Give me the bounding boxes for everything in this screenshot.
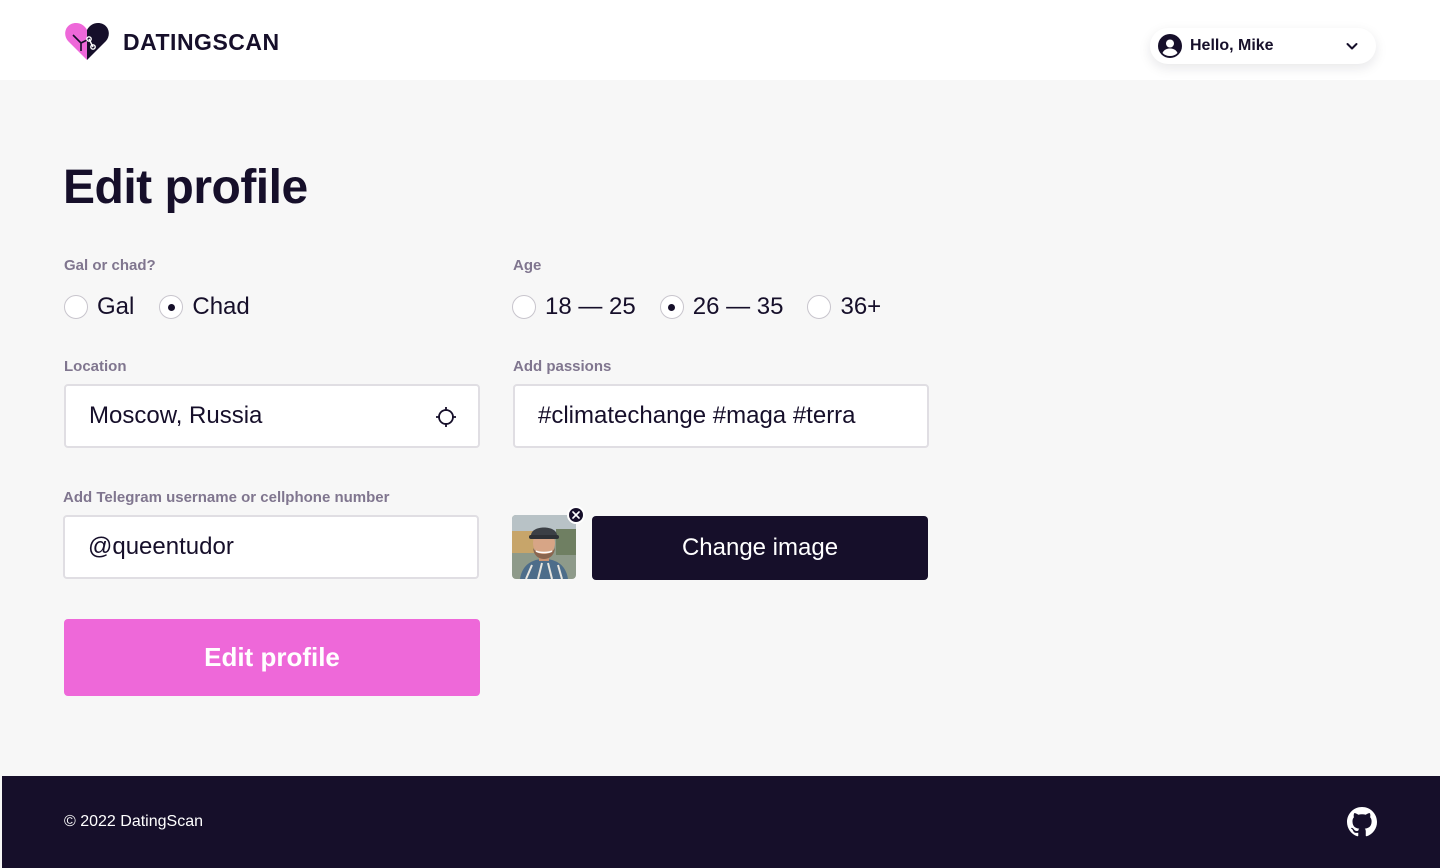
gender-option-chad[interactable]: Chad [159,293,250,321]
radio-label: Chad [192,293,250,320]
gender-radio-group: Gal Chad [64,293,278,321]
radio-selected-dot [167,303,175,311]
location-field[interactable] [64,384,480,448]
user-avatar-icon [1158,34,1182,58]
location-label: Location [64,358,127,375]
age-radio-group: 18 — 25 26 — 35 36+ [512,293,909,321]
radio-label: Gal [97,293,135,320]
age-option-26-35[interactable]: 26 — 35 [659,293,784,321]
age-label: Age [513,257,542,274]
radio-button-selected[interactable] [659,295,684,319]
profile-photo-image [512,515,576,579]
radio-label: 18 — 25 [545,293,636,320]
github-icon[interactable] [1347,807,1377,837]
user-greeting: Hello, Mike [1190,37,1274,54]
remove-image-button[interactable] [567,506,585,524]
location-input[interactable] [89,402,419,430]
contact-label: Add Telegram username or cellphone numbe… [63,489,390,506]
contact-field[interactable] [63,515,479,579]
passions-input[interactable] [538,402,908,430]
gender-label: Gal or chad? [64,257,156,274]
radio-label: 26 — 35 [692,293,784,320]
radio-button[interactable] [512,295,536,319]
site-header: DATINGSCAN Hello, Mike [0,0,1440,80]
profile-photo-thumbnail [512,515,576,579]
site-footer: © 2022 DatingScan [2,776,1440,868]
change-image-button[interactable]: Change image [592,516,928,580]
heart-logo-icon [65,23,109,60]
close-icon [572,511,580,519]
user-menu-dropdown[interactable]: Hello, Mike [1150,28,1376,64]
age-option-36-plus[interactable]: 36+ [807,293,881,321]
passions-label: Add passions [513,358,612,375]
radio-button-selected[interactable] [159,295,184,319]
edit-profile-submit-button[interactable]: Edit profile [64,619,480,696]
chevron-down-icon [1346,43,1358,50]
gender-option-gal[interactable]: Gal [64,293,134,321]
passions-field[interactable] [513,384,929,448]
radio-button[interactable] [64,295,88,319]
radio-button[interactable] [807,295,832,319]
crosshair-locate-icon[interactable] [434,405,458,429]
brand-logo[interactable]: DATINGSCAN [64,22,280,62]
brand-name: DATINGSCAN [123,28,280,55]
page-title: Edit profile [63,161,308,214]
radio-selected-dot [668,303,676,311]
radio-label: 36+ [840,293,882,320]
contact-input[interactable] [88,533,418,561]
age-option-18-25[interactable]: 18 — 25 [512,293,636,321]
copyright-text: © 2022 DatingScan [64,813,203,830]
